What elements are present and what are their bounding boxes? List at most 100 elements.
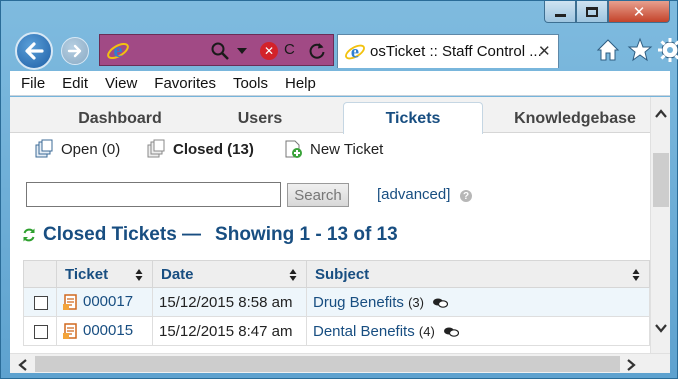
chevron-down-icon[interactable] <box>236 43 248 59</box>
scroll-right-icon[interactable] <box>626 359 636 371</box>
ticket-icon <box>63 294 77 311</box>
thread-count: (4) <box>418 323 435 339</box>
menu-view[interactable]: View <box>105 75 137 92</box>
ticket-subject-cell: Drug Benefits (3) <box>306 287 650 317</box>
sort-icon <box>135 269 143 281</box>
stop-icon[interactable]: ✕ <box>260 42 278 60</box>
vertical-scrollbar[interactable] <box>650 97 670 353</box>
back-arrow-icon <box>25 42 44 60</box>
gear-icon[interactable] <box>657 37 678 63</box>
search-button[interactable]: Search <box>287 183 349 207</box>
forward-button[interactable] <box>61 37 89 65</box>
thread-count: (3) <box>408 294 424 310</box>
menu-file[interactable]: File <box>21 75 45 92</box>
maximize-icon <box>586 6 598 17</box>
ticket-number-cell: 000017 <box>56 287 153 317</box>
table-row[interactable]: 000015 15/12/2015 8:47 am Dental Benefit… <box>23 316 650 346</box>
ticket-number-link[interactable]: 000015 <box>83 322 133 339</box>
header-select <box>23 260 57 288</box>
tickets-stack-icon <box>35 139 53 158</box>
forward-arrow-icon <box>67 44 82 58</box>
subnav-open-tickets[interactable]: Open (0) <box>34 139 120 159</box>
tab-title: osTicket :: Staff Control ... <box>370 43 542 60</box>
search-icon[interactable] <box>210 41 230 61</box>
nav-tab-tickets[interactable]: Tickets <box>343 102 483 134</box>
maximize-button[interactable] <box>576 1 608 23</box>
ticket-subject-link[interactable]: Drug Benefits <box>313 294 404 311</box>
ie-logo-icon: e <box>106 39 130 63</box>
menu-bar: File Edit View Favorites Tools Help <box>10 71 670 96</box>
refresh-icon[interactable] <box>21 227 37 243</box>
sort-icon <box>632 269 640 281</box>
page-title: Closed Tickets — Showing 1 - 13 of 13 <box>21 224 398 246</box>
heading-title: Closed Tickets — <box>43 224 202 245</box>
nav-tab-users[interactable]: Users <box>190 105 330 133</box>
menu-edit[interactable]: Edit <box>62 75 88 92</box>
header-date-label: Date <box>161 265 194 283</box>
close-icon: ✕ <box>632 3 646 21</box>
row-checkbox[interactable] <box>34 324 48 339</box>
minimize-icon <box>554 13 566 17</box>
header-subject-label: Subject <box>315 265 370 283</box>
header-ticket[interactable]: Ticket <box>56 260 153 288</box>
nav-tab-dashboard[interactable]: Dashboard <box>40 105 200 133</box>
ticket-icon <box>63 323 77 340</box>
scroll-down-icon[interactable] <box>655 323 667 333</box>
main-nav: Dashboard Users Tickets Knowledgebase <box>10 97 650 134</box>
browser-tab-active[interactable]: e osTicket :: Staff Control ... ✕ <box>337 34 559 68</box>
header-date[interactable]: Date <box>152 260 307 288</box>
ie-logo-icon: e <box>344 41 366 63</box>
scroll-left-icon[interactable] <box>18 359 28 371</box>
table-row[interactable]: 000017 15/12/2015 8:58 am Drug Benefits … <box>23 287 650 317</box>
header-ticket-label: Ticket <box>65 265 109 283</box>
menu-tools[interactable]: Tools <box>233 75 268 92</box>
ticket-number-cell: 000015 <box>56 316 153 346</box>
vertical-scroll-thumb[interactable] <box>653 153 669 207</box>
conversation-icon <box>433 298 449 308</box>
row-checkbox[interactable] <box>34 295 48 310</box>
tab-close-icon[interactable]: ✕ <box>538 42 551 60</box>
ticket-number-link[interactable]: 000017 <box>83 293 133 310</box>
close-window-button[interactable]: ✕ <box>608 1 670 23</box>
scroll-up-icon[interactable] <box>655 109 667 119</box>
refresh-icon[interactable] <box>307 41 327 61</box>
svg-text:e: e <box>351 42 359 62</box>
table-header-row: Ticket Date Subject <box>23 260 650 288</box>
page-viewport: Dashboard Users Tickets Knowledgebase Op… <box>10 97 670 373</box>
ticket-subject-cell: Dental Benefits (4) <box>306 316 650 346</box>
sort-icon <box>289 269 297 281</box>
home-icon[interactable] <box>595 37 621 63</box>
minimize-button[interactable] <box>544 1 576 23</box>
row-select-cell <box>23 316 57 346</box>
row-select-cell <box>23 287 57 317</box>
ticket-subnav: Open (0) Closed (13) New Ticket <box>10 134 650 164</box>
advanced-search-link[interactable]: [advanced] <box>377 186 450 203</box>
subnav-closed-label: Closed (13) <box>173 140 254 158</box>
ticket-table: Ticket Date Subject 000017 15/12/2015 8:… <box>23 260 650 346</box>
subnav-open-label: Open (0) <box>61 140 121 158</box>
header-subject[interactable]: Subject <box>306 260 650 288</box>
back-button[interactable] <box>15 32 53 70</box>
conversation-icon <box>443 327 459 337</box>
ticket-subject-link[interactable]: Dental Benefits <box>313 323 415 340</box>
menu-help[interactable]: Help <box>285 75 316 92</box>
browser-window: ✕ e ✕ C e osTicket:: Staff Control ... … <box>0 0 678 379</box>
subnav-new-label: New Ticket <box>310 140 384 158</box>
stop-glyph: ✕ <box>263 44 275 58</box>
menu-favorites[interactable]: Favorites <box>154 75 216 92</box>
favorites-star-icon[interactable] <box>627 37 653 63</box>
subnav-new-ticket[interactable]: New Ticket <box>283 139 383 159</box>
heading-showing-count: Showing 1 - 13 of 13 <box>215 224 398 245</box>
horizontal-scrollbar[interactable] <box>10 353 670 373</box>
tickets-stack-icon <box>147 139 165 158</box>
nav-tab-knowledgebase[interactable]: Knowledgebase <box>500 105 650 133</box>
ticket-date: 15/12/2015 8:47 am <box>152 316 307 346</box>
help-icon[interactable]: ? <box>460 190 472 202</box>
horizontal-scroll-thumb[interactable] <box>35 356 620 372</box>
address-truncated-text: C <box>284 41 295 58</box>
subnav-closed-tickets[interactable]: Closed (13) <box>146 139 254 159</box>
address-bar[interactable]: e ✕ C <box>99 34 334 66</box>
ticket-date: 15/12/2015 8:58 am <box>152 287 307 317</box>
svg-text:e: e <box>114 40 123 62</box>
ticket-search-input[interactable] <box>26 182 281 207</box>
